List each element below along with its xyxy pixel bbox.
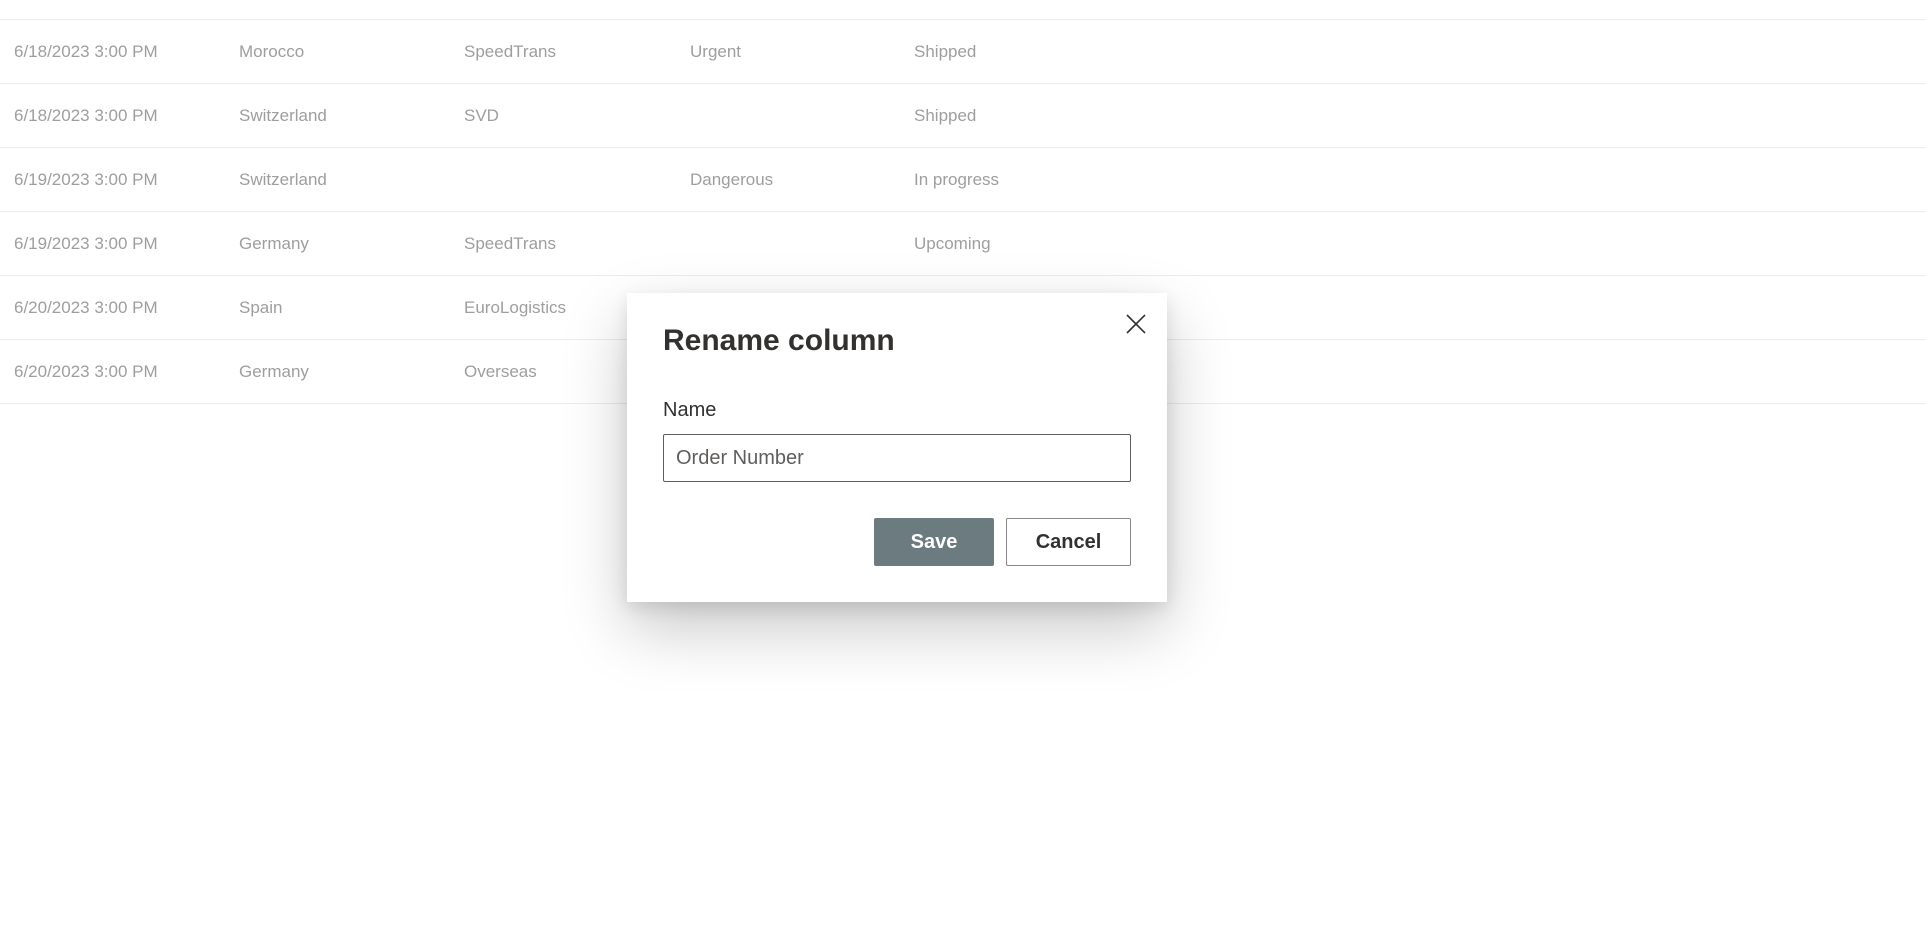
table-row[interactable]: 6/19/2023 3:00 PM Germany SpeedTrans Upc… bbox=[0, 212, 1926, 276]
cell-date: 6/19/2023 3:00 PM bbox=[14, 234, 158, 253]
dialog-title: Rename column bbox=[663, 324, 895, 357]
page: 6/18/2023 3:00 PM Morocco SpeedTrans Urg… bbox=[0, 0, 1926, 938]
table-row[interactable]: 6/19/2023 3:00 PM Switzerland Dangerous … bbox=[0, 148, 1926, 212]
cell-date: 6/18/2023 3:00 PM bbox=[14, 42, 158, 61]
close-button[interactable] bbox=[1123, 311, 1149, 337]
cell-carrier: EuroLogistics bbox=[464, 298, 567, 317]
cell-carrier: SpeedTrans bbox=[464, 234, 556, 253]
cell-country: Switzerland bbox=[239, 106, 327, 125]
cell-flag: Urgent bbox=[690, 42, 742, 61]
rename-column-dialog: Rename column Name Save Cancel bbox=[627, 293, 1167, 602]
cell-country: Germany bbox=[239, 234, 309, 253]
cell-country: Morocco bbox=[239, 42, 305, 61]
cell-flag: Dangerous bbox=[690, 170, 774, 189]
cell-carrier: SVD bbox=[464, 106, 499, 125]
cell-status: Shipped bbox=[914, 106, 977, 125]
table-row[interactable]: 6/18/2023 3:00 PM Morocco SpeedTrans Urg… bbox=[0, 20, 1926, 84]
cell-date: 6/20/2023 3:00 PM bbox=[14, 362, 158, 381]
table-row[interactable]: 6/18/2023 3:00 PM Switzerland SVD Shippe… bbox=[0, 84, 1926, 148]
cell-date: 6/20/2023 3:00 PM bbox=[14, 298, 158, 317]
cell-country: Switzerland bbox=[239, 170, 327, 189]
close-icon bbox=[1126, 314, 1146, 334]
cell-date: 6/18/2023 3:00 PM bbox=[14, 106, 158, 125]
cell-country: Spain bbox=[239, 298, 283, 317]
grid-divider bbox=[0, 0, 1926, 20]
cell-carrier: Overseas bbox=[464, 362, 537, 381]
cell-status: Shipped bbox=[914, 42, 977, 61]
cell-carrier: SpeedTrans bbox=[464, 42, 556, 61]
name-input[interactable] bbox=[663, 434, 1131, 482]
cell-status: Upcoming bbox=[914, 234, 991, 253]
cancel-button[interactable]: Cancel bbox=[1006, 518, 1131, 566]
cell-country: Germany bbox=[239, 362, 309, 381]
name-label: Name bbox=[663, 399, 717, 421]
save-button[interactable]: Save bbox=[874, 518, 994, 566]
cell-status: In progress bbox=[914, 170, 1000, 189]
cell-date: 6/19/2023 3:00 PM bbox=[14, 170, 158, 189]
